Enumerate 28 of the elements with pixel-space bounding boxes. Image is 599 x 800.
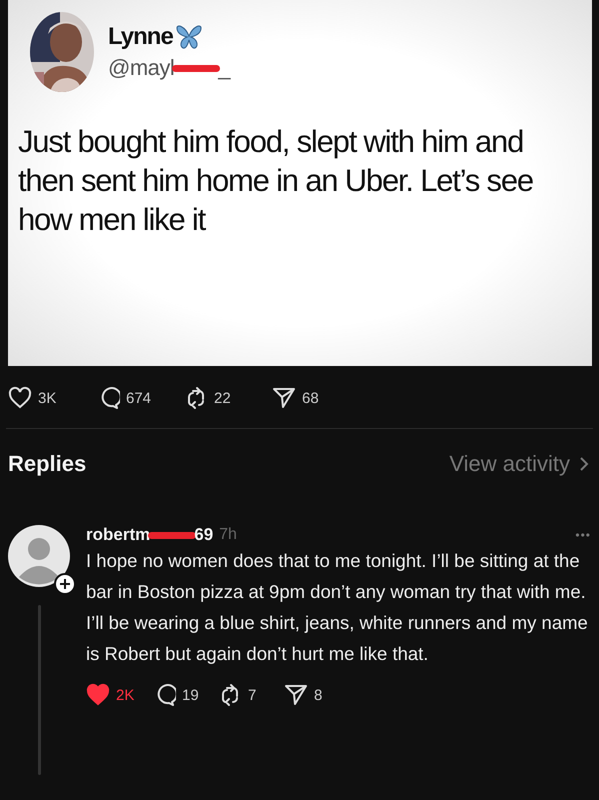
username[interactable]: 69 xyxy=(194,525,214,545)
author-name: Lynne xyxy=(108,23,173,51)
repost-count: 22 xyxy=(214,390,231,406)
time-ago: 7h xyxy=(219,526,237,544)
view-activity-link[interactable]: View activity xyxy=(449,451,589,477)
reply-count: 19 xyxy=(182,686,199,704)
avatar-icon[interactable] xyxy=(8,525,70,587)
like-count: 3K xyxy=(38,390,56,406)
reply-text: I hope no women does that to me tonight. I’ll be sitting at the bar in Boston pizza at 9pm don’t any woman try that with me. I’ll be wearing a blue shirt, jeans, white runners and my name is Robert but again don’t hurt me like that. xyxy=(86,549,589,666)
heart-icon[interactable] xyxy=(8,386,32,410)
replies-heading: Replies xyxy=(8,451,86,477)
username[interactable]: robertm xyxy=(86,525,150,545)
like-count: 2K xyxy=(116,686,134,704)
more-button[interactable]: ••• xyxy=(575,528,591,542)
post-text: Just bought him food, slept with him and then sent him home in an Uber. Let’s see how men like it xyxy=(18,123,534,239)
follow-icon[interactable] xyxy=(54,573,76,595)
share-count: 8 xyxy=(314,686,322,704)
butterfly-icon xyxy=(174,24,203,50)
send-icon[interactable] xyxy=(272,386,296,410)
author-handle: _ xyxy=(218,55,230,81)
author-handle: @mayl xyxy=(108,55,174,81)
redaction-mark xyxy=(172,64,220,72)
send-icon[interactable] xyxy=(284,683,308,707)
share-count: 68 xyxy=(302,390,319,406)
reply-count: 674 xyxy=(126,390,152,406)
redaction-mark xyxy=(148,532,196,538)
chevron-icon xyxy=(580,457,589,471)
repost-count: 7 xyxy=(248,686,256,704)
